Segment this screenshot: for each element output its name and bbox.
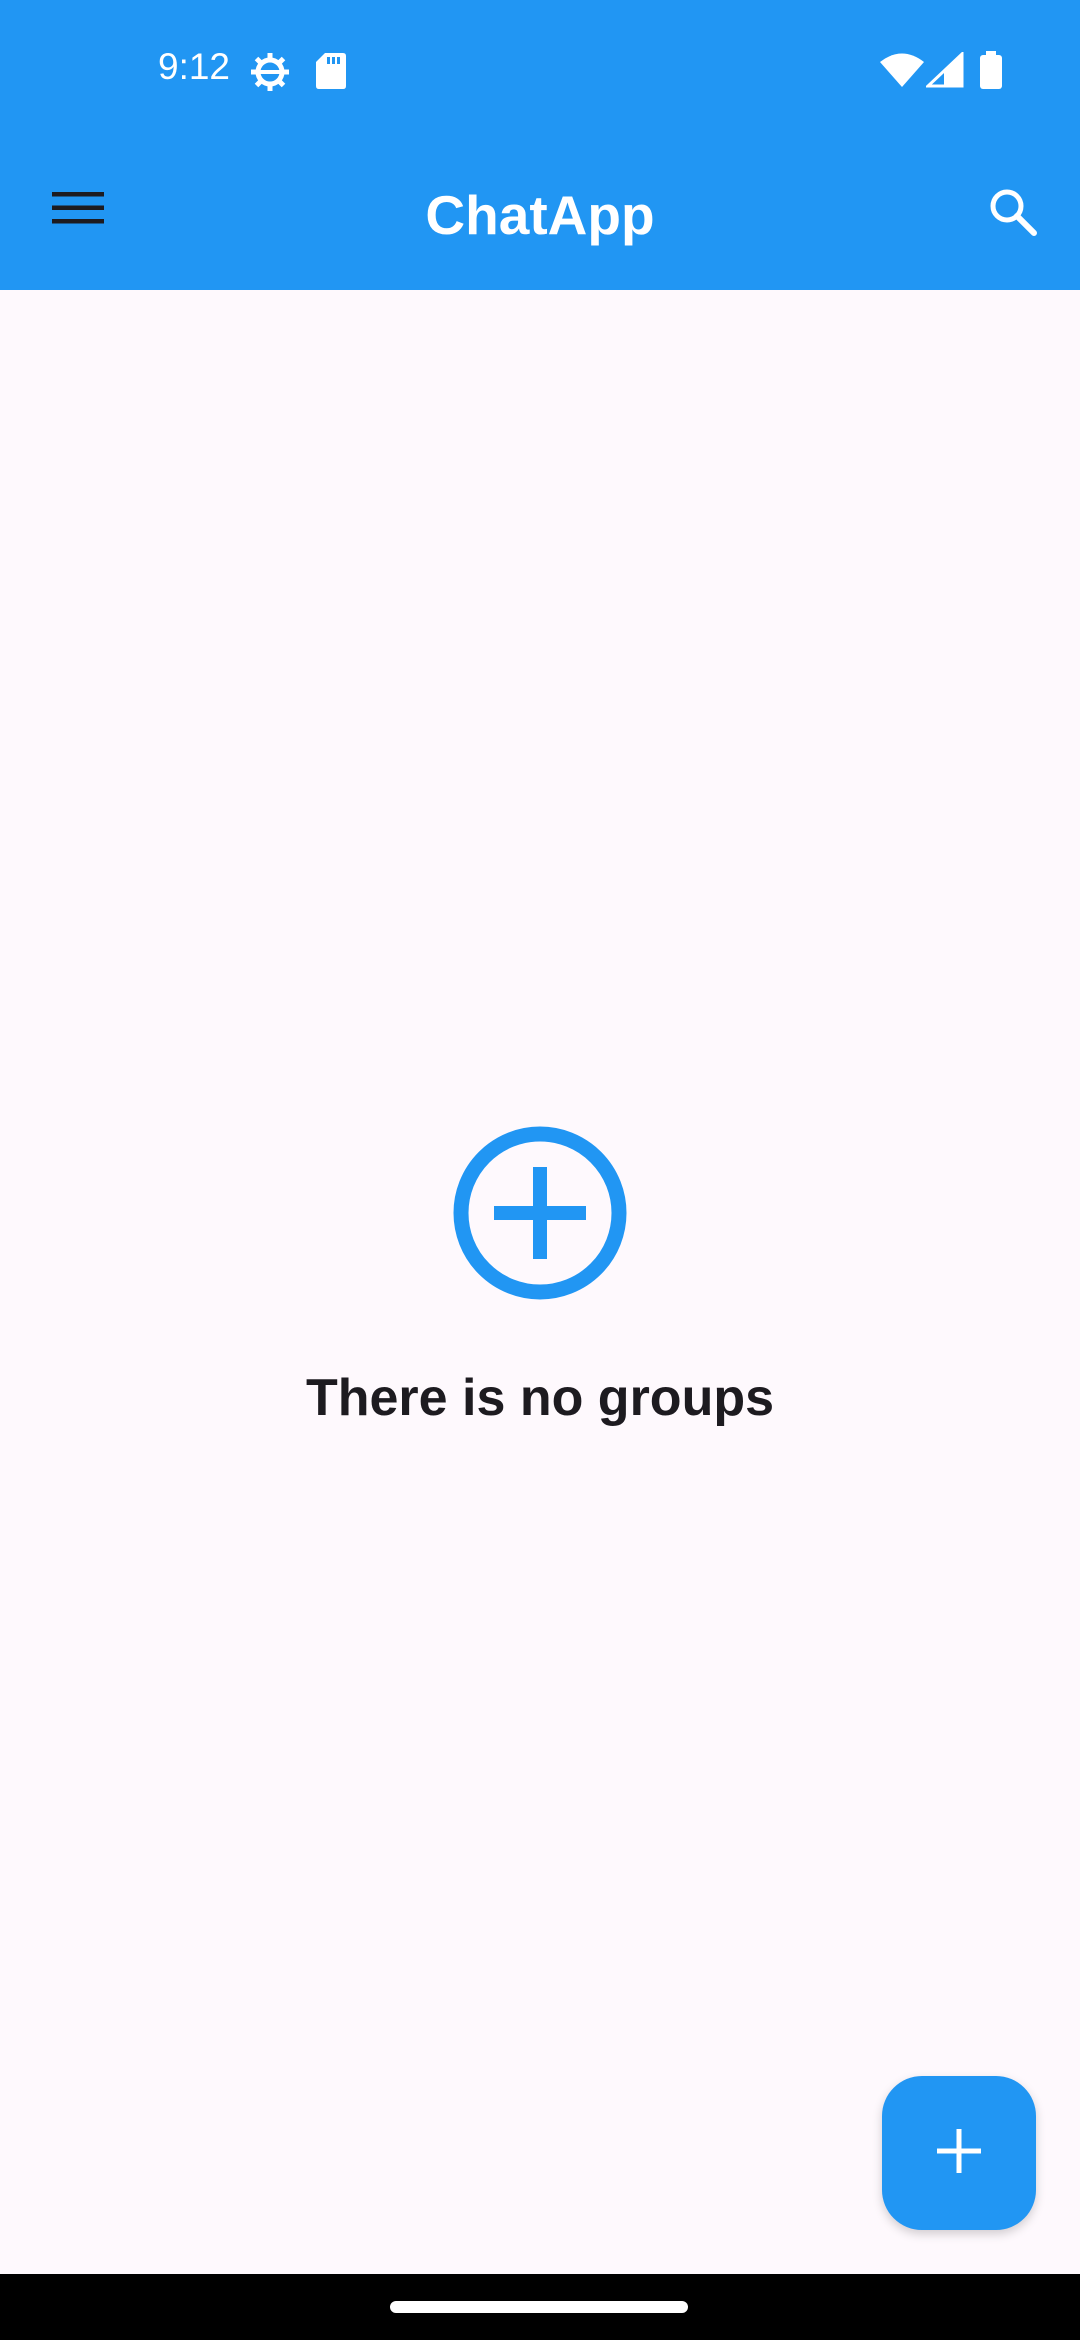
status-time: 9:12 [158, 46, 231, 87]
add-group-icon-button[interactable] [452, 1125, 628, 1301]
wifi-icon [880, 53, 924, 92]
status-bar: 9:12 [0, 0, 1080, 140]
add-group-fab[interactable] [882, 2076, 1036, 2230]
sd-card-icon [316, 53, 346, 94]
search-icon [988, 187, 1038, 242]
plus-icon [937, 2128, 981, 2178]
gear-icon [250, 52, 290, 97]
menu-button[interactable] [42, 174, 114, 246]
empty-state: There is no groups [0, 1125, 1080, 1424]
empty-state-message: There is no groups [305, 1369, 775, 1427]
app-bar: ChatApp [0, 140, 1080, 290]
menu-icon [52, 190, 104, 231]
navigation-bar [0, 2274, 1080, 2340]
app-title: ChatApp [425, 184, 655, 246]
add-circle-icon [452, 1126, 628, 1305]
search-button[interactable] [975, 176, 1051, 252]
signal-icon [924, 50, 964, 93]
battery-icon [980, 51, 1002, 94]
home-gesture-handle[interactable] [390, 2301, 688, 2313]
